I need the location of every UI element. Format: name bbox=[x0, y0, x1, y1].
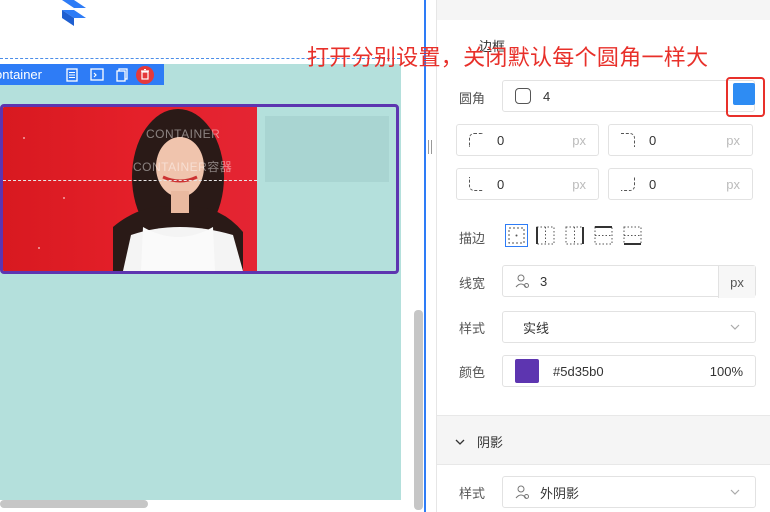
corner-bottom-right-input[interactable]: 0 px bbox=[608, 168, 753, 200]
radius-icon bbox=[515, 88, 531, 104]
corner-bottom-right-icon bbox=[621, 177, 635, 191]
stroke-bottom-icon[interactable] bbox=[621, 224, 644, 247]
radius-input[interactable]: 4 bbox=[502, 80, 755, 112]
stroke-top-bottom-icon[interactable] bbox=[592, 224, 615, 247]
component-name: ontainer bbox=[0, 67, 42, 82]
corner-bottom-left-input[interactable]: 0 px bbox=[456, 168, 599, 200]
stroke-width-unit: px bbox=[718, 266, 755, 298]
radius-label: 圆角 bbox=[459, 91, 486, 106]
corner-value: 0 bbox=[497, 132, 505, 148]
corner-unit: px bbox=[726, 176, 740, 192]
corner-unit: px bbox=[726, 132, 740, 148]
annotation-text: 打开分别设置，关闭默认每个圆角一样大 bbox=[307, 45, 709, 70]
horizontal-scrollbar[interactable] bbox=[0, 500, 148, 508]
corner-value: 0 bbox=[649, 176, 657, 192]
corner-value: 0 bbox=[497, 176, 505, 192]
stroke-color-picker[interactable]: #5d35b0 100% bbox=[502, 355, 756, 387]
toggle-highlight-frame bbox=[726, 77, 765, 117]
stroke-width-icon bbox=[515, 274, 529, 288]
code-icon[interactable] bbox=[88, 66, 106, 84]
document-icon[interactable] bbox=[63, 66, 81, 84]
shadow-style-select[interactable]: 外阴影 bbox=[502, 476, 756, 508]
stroke-style-label: 样式 bbox=[459, 321, 486, 336]
corner-unit: px bbox=[572, 132, 586, 148]
radius-value: 4 bbox=[543, 88, 551, 104]
inner-container-box[interactable] bbox=[265, 116, 389, 182]
corner-top-left-input[interactable]: 0 px bbox=[456, 124, 599, 156]
stroke-top-bottom-sides-icon[interactable] bbox=[563, 224, 586, 247]
panel-header-strip bbox=[437, 0, 770, 20]
resize-handle[interactable] bbox=[428, 140, 432, 154]
corner-top-right-input[interactable]: 0 px bbox=[608, 124, 753, 156]
chevron-down-icon bbox=[455, 439, 465, 445]
shadow-section-header[interactable]: 阴影 bbox=[437, 415, 770, 465]
shadow-style-label: 样式 bbox=[459, 486, 486, 501]
shadow-title: 阴影 bbox=[477, 435, 504, 450]
chevron-down-icon bbox=[730, 324, 740, 330]
banner-component[interactable]: CONTAINER CONTAINER容器 bbox=[0, 104, 399, 274]
copy-icon[interactable] bbox=[113, 66, 131, 84]
stroke-all-sides-icon[interactable] bbox=[505, 224, 528, 247]
color-hex: #5d35b0 bbox=[553, 363, 604, 379]
stroke-color-label: 颜色 bbox=[459, 365, 486, 380]
properties-panel: 边框 圆角 4 0 px 0 px 0 px 0 px 描边 线宽 3 px 样… bbox=[436, 0, 770, 512]
stroke-style-select[interactable]: 实线 bbox=[502, 311, 756, 343]
container-placeholder: CONTAINER bbox=[146, 127, 221, 141]
stroke-width-value: 3 bbox=[540, 273, 548, 289]
corner-top-right-icon bbox=[621, 133, 635, 147]
shadow-style-icon bbox=[515, 485, 529, 499]
vertical-scrollbar[interactable] bbox=[414, 310, 423, 510]
component-toolbar: ontainer bbox=[0, 64, 164, 85]
stroke-label: 描边 bbox=[459, 231, 486, 246]
color-swatch[interactable] bbox=[515, 359, 539, 383]
shadow-style-value: 外阴影 bbox=[540, 485, 580, 501]
stroke-width-label: 线宽 bbox=[459, 276, 486, 291]
corner-top-left-icon bbox=[469, 133, 483, 147]
panel-divider bbox=[424, 0, 426, 512]
stroke-width-input[interactable]: 3 px bbox=[502, 265, 756, 298]
stroke-style-value: 实线 bbox=[523, 320, 550, 336]
delete-icon[interactable] bbox=[136, 65, 154, 84]
stroke-options bbox=[505, 224, 644, 247]
chevron-down-icon bbox=[730, 489, 740, 495]
app-logo-icon bbox=[62, 0, 86, 26]
container-placeholder-cn: CONTAINER容器 bbox=[133, 160, 233, 174]
editor-canvas[interactable]: ontainer bbox=[0, 0, 425, 512]
color-opacity: 100% bbox=[709, 363, 743, 379]
corner-unit: px bbox=[572, 176, 586, 192]
corner-bottom-left-icon bbox=[469, 177, 483, 191]
corner-value: 0 bbox=[649, 132, 657, 148]
stroke-left-right-icon[interactable] bbox=[534, 224, 557, 247]
